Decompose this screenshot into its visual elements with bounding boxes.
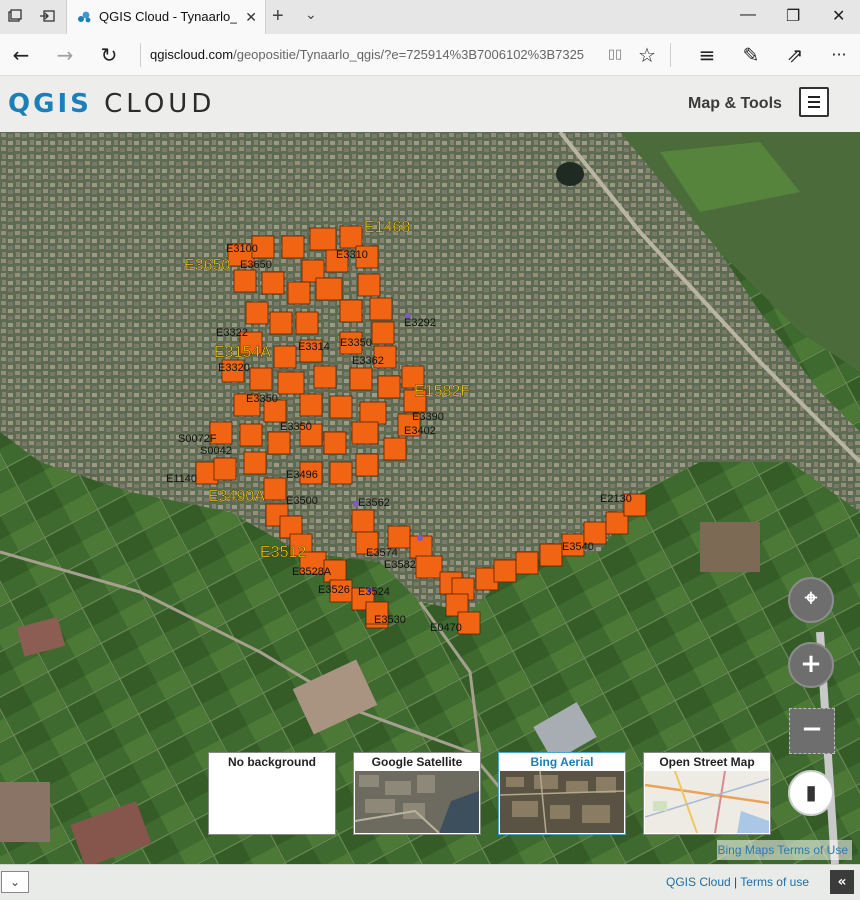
map-label: E3530: [374, 614, 406, 626]
logo-cloud: CLOUD: [91, 89, 216, 119]
map-label: E1140: [166, 473, 197, 485]
footer-links: QGIS Cloud | Terms of use: [666, 875, 809, 889]
open-street-map-thumbnail: [645, 771, 769, 833]
background-option-label: Open Street Map: [659, 755, 755, 769]
reading-view-icon[interactable]: ▯▯: [602, 42, 628, 68]
refresh-icon[interactable]: ↻: [96, 42, 122, 68]
app-footer: ⌄ QGIS Cloud | Terms of use «: [0, 864, 860, 900]
more-icon[interactable]: ···: [826, 42, 852, 68]
new-tab-icon[interactable]: +: [272, 5, 284, 28]
map-label: E3390: [412, 411, 444, 423]
plus-icon: +: [800, 649, 822, 679]
layers-button[interactable]: ▮: [788, 770, 834, 816]
hub-icon[interactable]: ≡: [694, 42, 720, 68]
qgis-favicon: [78, 11, 91, 23]
address-bar[interactable]: qgiscloud.com/geopositie/Tynaarlo_qgis/?…: [150, 43, 590, 67]
tabs-icon[interactable]: [6, 8, 24, 26]
map-label: E3292: [404, 317, 436, 329]
background-option-label: No background: [227, 755, 316, 769]
scale-select[interactable]: ⌄: [1, 871, 29, 893]
back-icon[interactable]: ←: [8, 42, 34, 68]
web-notes-icon[interactable]: ✎: [738, 42, 764, 68]
link-separator: |: [734, 875, 738, 889]
background-option-none[interactable]: No background: [208, 752, 336, 835]
locate-button[interactable]: ⌖: [788, 577, 834, 623]
favorite-star-icon[interactable]: ☆: [634, 42, 660, 68]
collapse-button[interactable]: «: [830, 870, 854, 894]
map-label: S0072F: [178, 433, 217, 445]
map-label: S0042: [200, 445, 232, 457]
window-close-icon[interactable]: ✕: [832, 6, 845, 26]
browser-tab-strip: QGIS Cloud - Tynaarlo_qgis ✕ + ⌄ — ❐ ✕: [0, 0, 860, 34]
background-option-label: Bing Aerial: [530, 755, 594, 769]
map-label: E3582: [384, 559, 416, 571]
map-label: E3562: [358, 497, 390, 509]
minimize-icon[interactable]: —: [740, 6, 756, 24]
bing-terms-link[interactable]: Bing Maps Terms of Use: [717, 840, 852, 860]
map-label: E3490A: [208, 488, 265, 505]
map-label: E3310: [336, 249, 368, 261]
url-path: /geopositie/Tynaarlo_qgis/?e=725914%3B70…: [233, 47, 585, 62]
map-label: E3154A: [214, 344, 271, 361]
map-label: E3528A: [292, 566, 332, 578]
map-label: E3320: [218, 362, 250, 374]
terms-of-use-link[interactable]: Terms of use: [740, 875, 809, 889]
logo-qgis: QGIS: [8, 89, 92, 119]
zoom-in-button[interactable]: +: [788, 642, 834, 688]
bing-aerial-thumbnail: [500, 771, 624, 833]
map-label: E0470: [430, 622, 462, 634]
google-satellite-thumbnail: [355, 771, 479, 833]
map-label: E3512: [260, 544, 306, 561]
tab-title: QGIS Cloud - Tynaarlo_qgis: [99, 9, 237, 24]
map-label: E3540: [562, 541, 594, 553]
tab-menu-chevron-icon[interactable]: ⌄: [305, 6, 317, 23]
qgis-cloud-logo[interactable]: QGIS CLOUD: [8, 89, 215, 119]
map-tools-label[interactable]: Map & Tools: [688, 95, 782, 113]
map-label: E3574: [366, 547, 398, 559]
hamburger-menu-icon[interactable]: [799, 87, 829, 117]
background-option-open-street-map[interactable]: Open Street Map: [643, 752, 771, 835]
address-divider: [140, 43, 141, 67]
minus-icon: −: [801, 714, 823, 744]
active-tab[interactable]: QGIS Cloud - Tynaarlo_qgis ✕: [66, 0, 266, 34]
map-label: E2130: [600, 493, 632, 505]
map-label: E3524: [358, 586, 390, 598]
map-label: E1582F: [414, 383, 470, 400]
map-label: E3314: [298, 341, 330, 353]
map-label: E3526: [318, 584, 350, 596]
layers-icon: ▮: [805, 780, 817, 804]
map-label: E3650: [240, 259, 272, 271]
tab-close-icon[interactable]: ✕: [245, 9, 257, 26]
background-option-bing-aerial[interactable]: Bing Aerial: [498, 752, 626, 835]
map-label: E3500: [286, 495, 318, 507]
tab-aside-icon[interactable]: [38, 8, 56, 26]
map-label: E3496: [286, 469, 318, 481]
zoom-out-button[interactable]: −: [789, 708, 835, 754]
toolbar-divider: [670, 43, 671, 67]
map-label: E3100: [226, 243, 258, 255]
map-label: E3650: [184, 257, 230, 274]
background-option-label: Google Satellite: [371, 755, 463, 769]
background-option-google-satellite[interactable]: Google Satellite: [353, 752, 481, 835]
app-header: QGIS CLOUD Map & Tools: [0, 76, 860, 132]
map-label: E3362: [352, 355, 384, 367]
restore-icon[interactable]: ❐: [786, 6, 800, 26]
map-label: E3322: [216, 327, 248, 339]
qgis-cloud-link[interactable]: QGIS Cloud: [666, 875, 731, 889]
map-label: E3350: [246, 393, 278, 405]
crosshair-icon: ⌖: [804, 586, 818, 611]
chevron-down-icon: ⌄: [9, 875, 21, 889]
browser-navigation-bar: ← → ↻ qgiscloud.com/geopositie/Tynaarlo_…: [0, 34, 860, 76]
forward-icon[interactable]: →: [52, 42, 78, 68]
share-icon[interactable]: ⇗: [782, 42, 808, 68]
url-host: qgiscloud.com: [150, 47, 234, 62]
map-label: E1468: [364, 219, 410, 236]
map-label: E3402: [404, 425, 436, 437]
double-chevron-left-icon: «: [837, 874, 847, 890]
map-label: E3350: [340, 337, 372, 349]
map-label: E3350: [280, 421, 312, 433]
